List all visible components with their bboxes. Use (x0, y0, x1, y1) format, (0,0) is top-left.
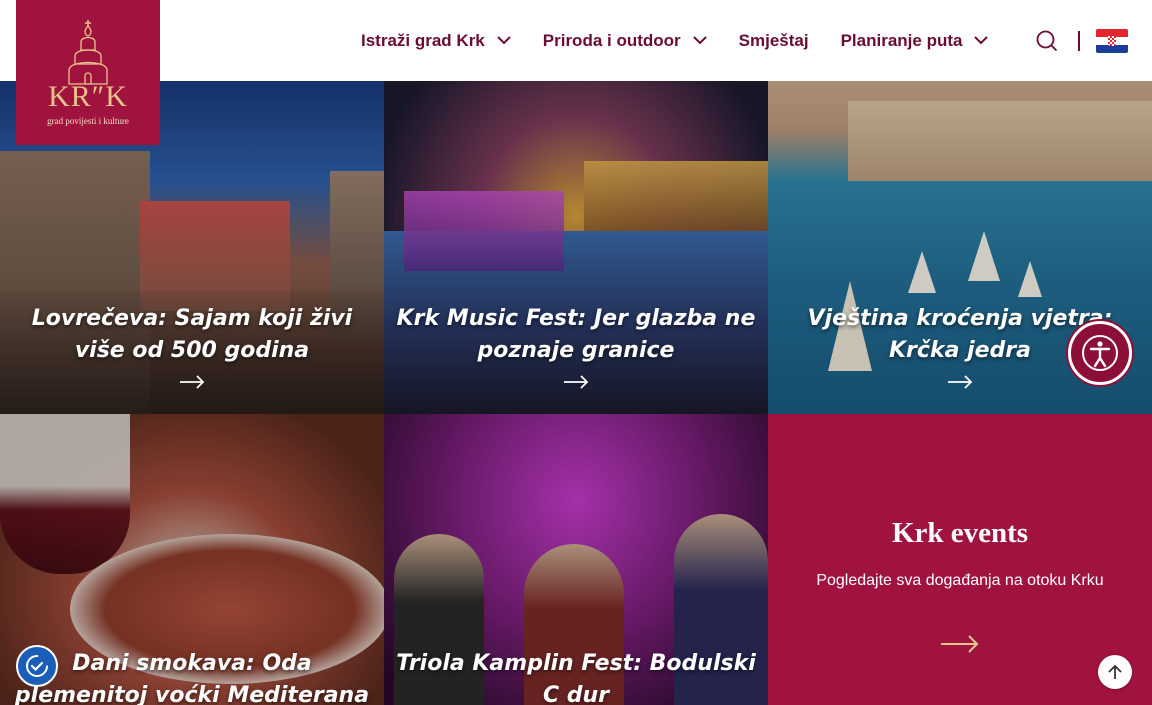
cookie-consent-button[interactable] (16, 645, 58, 687)
site-logo[interactable]: KR″K grad povijesti i kulture (16, 0, 160, 145)
cookie-consent-icon (24, 653, 50, 679)
chevron-down-icon (692, 36, 707, 45)
search-icon[interactable] (1036, 30, 1058, 52)
arrow-right-icon (179, 375, 205, 394)
croatian-flag-icon[interactable] (1096, 28, 1128, 53)
header-tools (1036, 0, 1128, 81)
featured-grid: Lovrečeva: Sajam koji živi više od 500 g… (0, 81, 1152, 705)
arrow-up-icon (1108, 664, 1122, 680)
nav-item-label: Istraži grad Krk (361, 30, 485, 50)
chevron-down-icon (974, 36, 989, 45)
nav-item-smjestaj[interactable]: Smještaj (739, 31, 809, 51)
featured-tile-triola-kamplin-fest[interactable]: Triola Kamplin Fest: Bodulski C dur (384, 414, 768, 705)
accessibility-button[interactable] (1068, 321, 1132, 385)
nav-item-planiranje-puta[interactable]: Planiranje puta (841, 31, 989, 51)
tile-title: Lovrečeva: Sajam koji živi više od 500 g… (31, 306, 353, 363)
church-tower-icon (68, 20, 108, 85)
arrow-right-icon (563, 375, 589, 394)
nav-item-istrazi-grad-krk[interactable]: Istraži grad Krk (361, 31, 511, 51)
events-card[interactable]: Krk events Pogledajte sva događanja na o… (768, 414, 1152, 705)
arrow-right-icon (947, 375, 973, 394)
tile-title: Dani smokava: Oda plemenitoj voćki Medit… (14, 651, 370, 705)
header-divider (1078, 30, 1080, 51)
scroll-to-top-button[interactable] (1098, 655, 1132, 689)
main-nav: Istraži grad Krk Priroda i outdoor Smješ… (361, 0, 1020, 81)
accessibility-icon (1080, 333, 1120, 373)
chevron-down-icon (497, 36, 511, 45)
logo-wordmark: KR″K (48, 80, 128, 113)
nav-item-label: Planiranje puta (840, 30, 963, 50)
site-header: Istraži grad Krk Priroda i outdoor Smješ… (0, 0, 1152, 81)
logo-tagline: grad povijesti i kulture (47, 116, 129, 126)
tile-title: Krk Music Fest: Jer glazba ne poznaje gr… (396, 306, 756, 363)
nav-item-label: Smještaj (738, 30, 809, 50)
featured-tile-krk-music-fest[interactable]: Krk Music Fest: Jer glazba ne poznaje gr… (384, 81, 768, 414)
events-description: Pogledajte sva događanja na otoku Krku (816, 572, 1104, 589)
arrow-right-icon[interactable] (940, 634, 980, 659)
nav-item-label: Priroda i outdoor (542, 30, 681, 50)
events-title: Krk events (891, 517, 1029, 549)
tile-title: Triola Kamplin Fest: Bodulski C dur (396, 651, 756, 705)
nav-item-priroda-i-outdoor[interactable]: Priroda i outdoor (543, 31, 707, 51)
